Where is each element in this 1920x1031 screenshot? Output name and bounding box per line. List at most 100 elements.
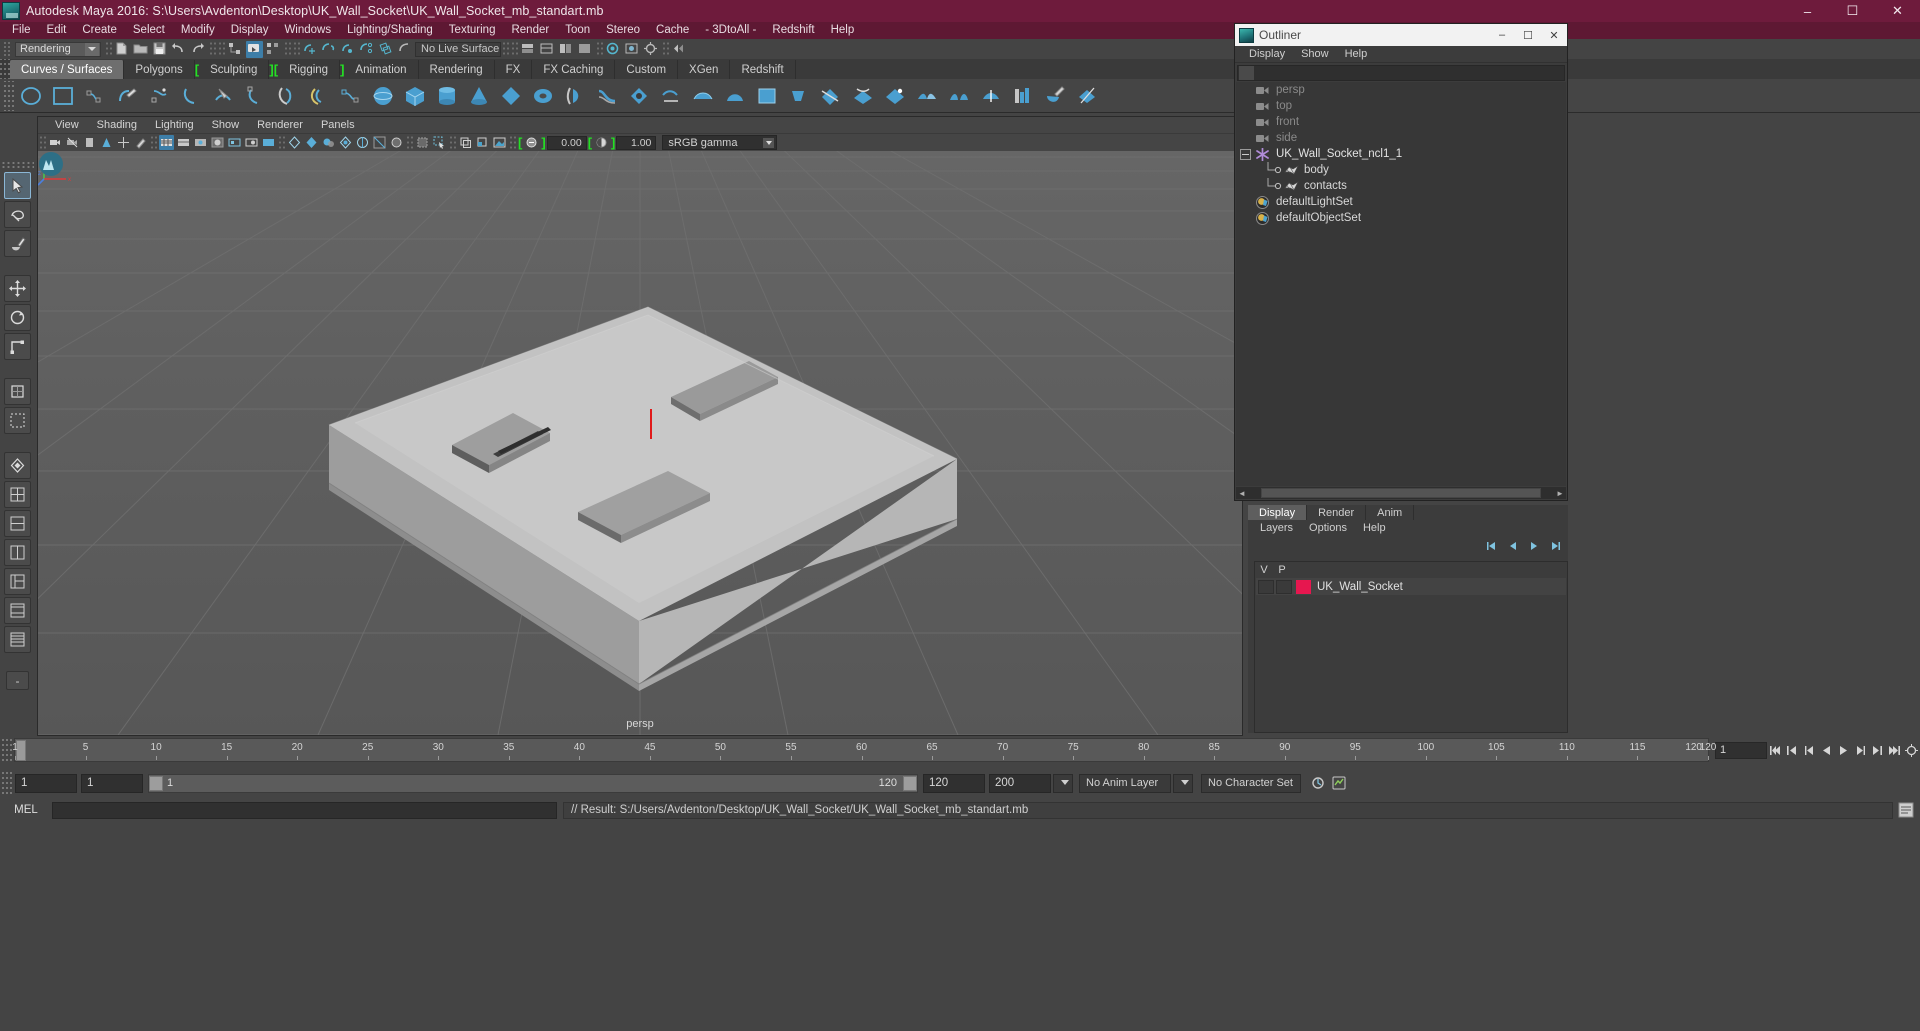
cylinder-primitive-icon[interactable] [432,81,462,111]
torus-primitive-icon[interactable] [528,81,558,111]
menu-item-texturing[interactable]: Texturing [441,22,504,39]
menu-item-select[interactable]: Select [125,22,173,39]
expand-collapse-icon[interactable] [1240,148,1251,160]
layer-menu-help[interactable]: Help [1355,522,1394,534]
grab-viewport-icon[interactable] [492,135,507,150]
layer-next-icon[interactable] [1527,539,1541,553]
animation-preferences-icon[interactable] [1903,742,1920,759]
nurbs-circle-icon[interactable] [16,81,46,111]
bevel-icon[interactable] [784,81,814,111]
command-line-language-label[interactable]: MEL [0,804,52,816]
shelf-strip-grip[interactable] [3,80,15,111]
shelf-tab-rigging[interactable]: Rigging [278,60,341,79]
menu-item-stereo[interactable]: Stereo [598,22,648,39]
layer-visibility-toggle[interactable] [1258,579,1274,594]
snap-grid-icon[interactable] [302,41,319,58]
play-backwards-icon[interactable] [1818,742,1835,759]
statusline-grip[interactable] [3,41,12,57]
menu-item-modify[interactable]: Modify [173,22,223,39]
range-bar[interactable]: 1 120 [148,773,918,793]
step-back-frame-icon[interactable] [1801,742,1818,759]
current-frame-field[interactable]: 1 [1715,741,1767,759]
smooth-shade-icon[interactable] [176,135,191,150]
character-set-dropdown[interactable]: No Character Set [1201,773,1301,793]
outliner-maximize-button[interactable]: ☐ [1515,24,1541,46]
outliner-menu-display[interactable]: Display [1241,48,1293,60]
new-scene-icon[interactable] [114,41,131,58]
step-forward-key-icon[interactable] [1869,742,1886,759]
intersect-surfaces-icon[interactable] [816,81,846,111]
revolve-icon[interactable] [560,81,590,111]
outliner-item-body[interactable]: body [1236,162,1566,178]
outliner-item-uk-wall-socket-ncl1-1[interactable]: UK_Wall_Socket_ncl1_1 [1236,146,1566,162]
viewport-menu-view[interactable]: View [46,119,88,131]
search-icon[interactable] [1239,66,1254,80]
range-slider-grip[interactable] [2,772,12,794]
anim-layer-dropdown[interactable]: No Anim Layer [1079,773,1171,793]
layer-menu-options[interactable]: Options [1301,522,1355,534]
redo-icon[interactable] [190,41,207,58]
outliner-item-persp[interactable]: persp [1236,82,1566,98]
layer-menu-layers[interactable]: Layers [1252,522,1301,534]
ep-curve-tool-icon[interactable] [144,81,174,111]
select-hierarchy-icon[interactable] [227,41,244,58]
range-start-range-field[interactable]: 1 [81,773,143,793]
display-toggle-3-icon[interactable] [558,41,575,58]
open-scene-icon[interactable] [133,41,150,58]
range-bar-right-handle[interactable] [903,775,917,791]
layer-first-icon[interactable] [1485,539,1499,553]
curve-editing-tool-icon[interactable] [336,81,366,111]
color-management-dropdown[interactable]: sRGB gamma [662,135,778,150]
camera-attributes-icon[interactable] [82,135,97,150]
depth-of-field-icon[interactable] [389,135,404,150]
gamma-reset-icon[interactable] [594,135,609,150]
step-forward-frame-icon[interactable] [1852,742,1869,759]
script-editor-icon[interactable] [1897,801,1915,819]
menu-item-file[interactable]: File [4,22,39,39]
close-button[interactable]: ✕ [1875,0,1920,22]
viewport-menu-panels[interactable]: Panels [312,119,364,131]
outliner-item-side[interactable]: side [1236,130,1566,146]
outliner-item-defaultobjectset[interactable]: defaultObjectSet [1236,210,1566,226]
live-surface-field[interactable]: No Live Surface [415,41,501,57]
rotate-tool-button[interactable] [4,304,31,331]
viewport-menu-show[interactable]: Show [203,119,249,131]
wireframe-shading-icon[interactable] [159,135,174,150]
select-camera-icon[interactable] [48,135,63,150]
trim-tool-icon[interactable] [880,81,910,111]
shelf-tab-sculpting[interactable]: Sculpting [199,60,270,79]
range-start-field[interactable]: 1 [15,773,77,793]
attach-curves-icon[interactable] [208,81,238,111]
exposure-reset-icon[interactable] [524,135,539,150]
multisample-aa-icon[interactable] [372,135,387,150]
lighting-default-icon[interactable] [287,135,302,150]
isolate-select-icon[interactable] [415,135,430,150]
playback-speed-dropdown[interactable] [1053,773,1073,793]
shelf-tab-fx[interactable]: FX [494,60,533,79]
range-end-range-field[interactable]: 120 [923,773,985,793]
menu-item-render[interactable]: Render [503,22,557,39]
project-curve-icon[interactable] [848,81,878,111]
toolbox-grip[interactable] [1,161,34,169]
hypergraph-layout-button[interactable] [4,597,31,624]
image-plane-icon[interactable] [99,135,114,150]
plane-primitive-icon[interactable] [496,81,526,111]
snap-projected-icon[interactable] [359,41,376,58]
loft-icon[interactable] [592,81,622,111]
two-dimensional-pan-icon[interactable] [116,135,131,150]
menu-item-edit[interactable]: Edit [39,22,75,39]
select-component-icon[interactable] [265,41,282,58]
cone-primitive-icon[interactable] [464,81,494,111]
rebuild-surface-icon[interactable] [1008,81,1038,111]
snap-view-plane-icon[interactable] [378,41,395,58]
minimize-button[interactable]: – [1785,0,1830,22]
select-isolate-pointer-icon[interactable] [432,135,447,150]
layout-expand-button[interactable]: - [6,671,29,690]
sphere-primitive-icon[interactable] [368,81,398,111]
layer-tab-anim[interactable]: Anim [1366,505,1415,520]
select-tool-button[interactable] [4,172,31,199]
menu-item-toon[interactable]: Toon [557,22,598,39]
pencil-curve-tool-icon[interactable] [112,81,142,111]
outliner-item-front[interactable]: front [1236,114,1566,130]
command-line-input[interactable] [52,801,557,819]
